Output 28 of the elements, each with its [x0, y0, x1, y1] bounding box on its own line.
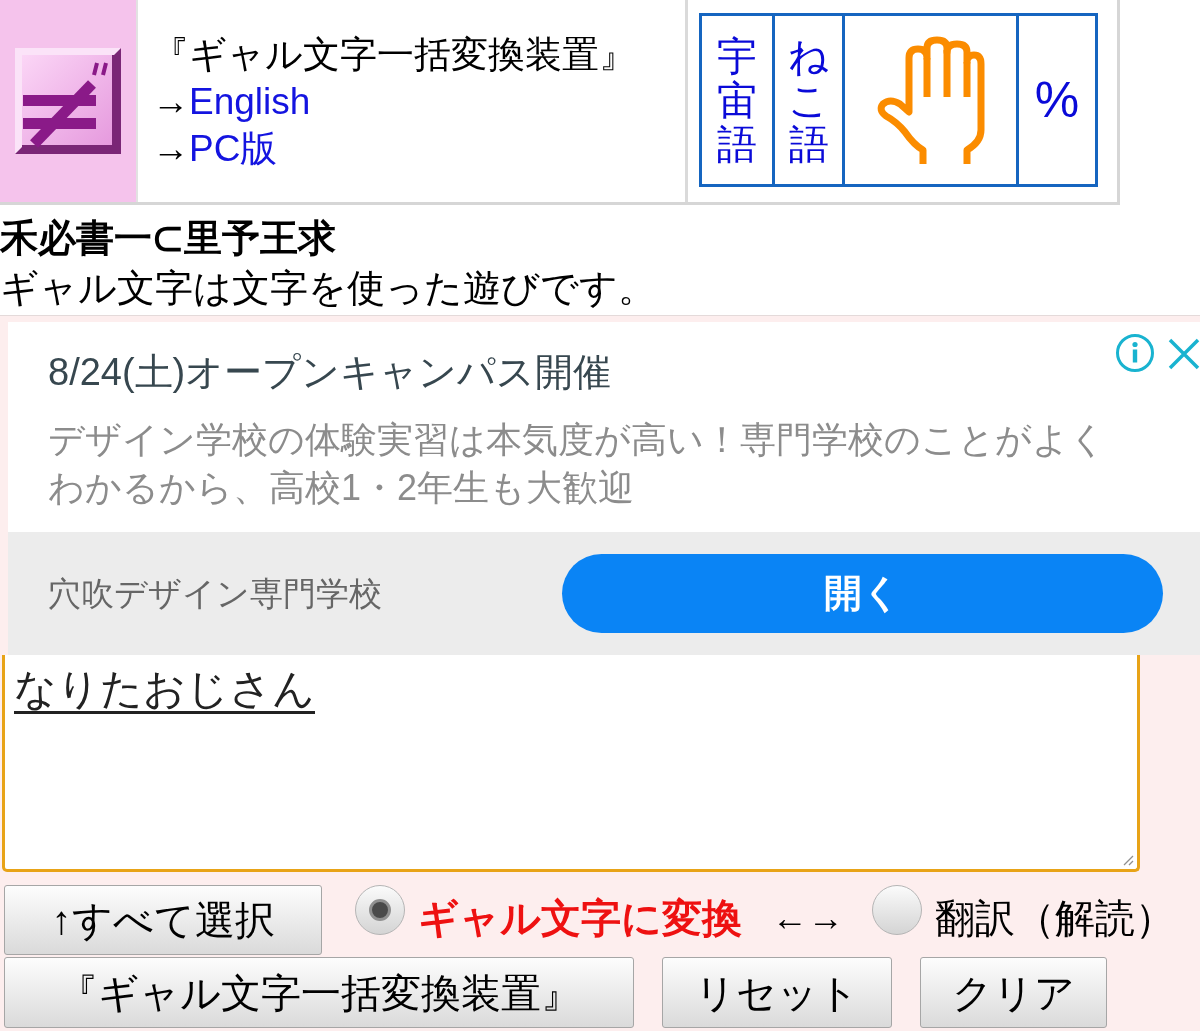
ad-title[interactable]: 8/24(土)オープンキャンパス開催: [48, 348, 612, 396]
hand-icon: [875, 36, 986, 164]
arrows-label: ←→: [772, 896, 844, 940]
ad-description: デザイン学校の体験実習は本気度が高い！専門学校のことがよくわかるから、高校1・2年生も大歓迎: [48, 418, 1107, 510]
intro-text: ギャル文字は文字を使った遊びです。: [0, 266, 656, 311]
header-link[interactable]: PC版: [189, 124, 278, 172]
radio-button[interactable]: [872, 885, 922, 935]
resize-handle-icon[interactable]: [1123, 855, 1134, 866]
not-equal-icon: [15, 48, 121, 154]
open-button[interactable]: 開く: [562, 554, 1163, 633]
arrow-icon: →: [152, 124, 189, 172]
radio-label[interactable]: ギャル文字に変換: [418, 894, 742, 942]
nav-link[interactable]: %: [1016, 16, 1095, 184]
nav-link[interactable]: ねこ語: [772, 16, 842, 184]
arrow-icon: →: [152, 77, 189, 125]
select-all-button[interactable]: ↑すべて選択: [4, 885, 322, 955]
reset-button[interactable]: リセット: [662, 957, 892, 1028]
radio-button[interactable]: [355, 885, 405, 935]
advertiser-name: 穴吹デザイン専門学校: [48, 573, 382, 614]
nav-link[interactable]: 宇宙語: [702, 16, 772, 184]
text-input[interactable]: なりたおじさん: [2, 655, 1140, 872]
site-title: 『ギャル文字一括変換装置』: [152, 32, 636, 77]
info-icon[interactable]: [1115, 333, 1155, 373]
clear-button[interactable]: クリア: [920, 957, 1107, 1028]
header-link[interactable]: English: [189, 77, 311, 125]
close-icon[interactable]: [1168, 338, 1200, 370]
radio-label[interactable]: 翻訳（解読）: [935, 894, 1175, 942]
convert-all-button[interactable]: 『ギャル文字一括変換装置』: [4, 957, 634, 1028]
